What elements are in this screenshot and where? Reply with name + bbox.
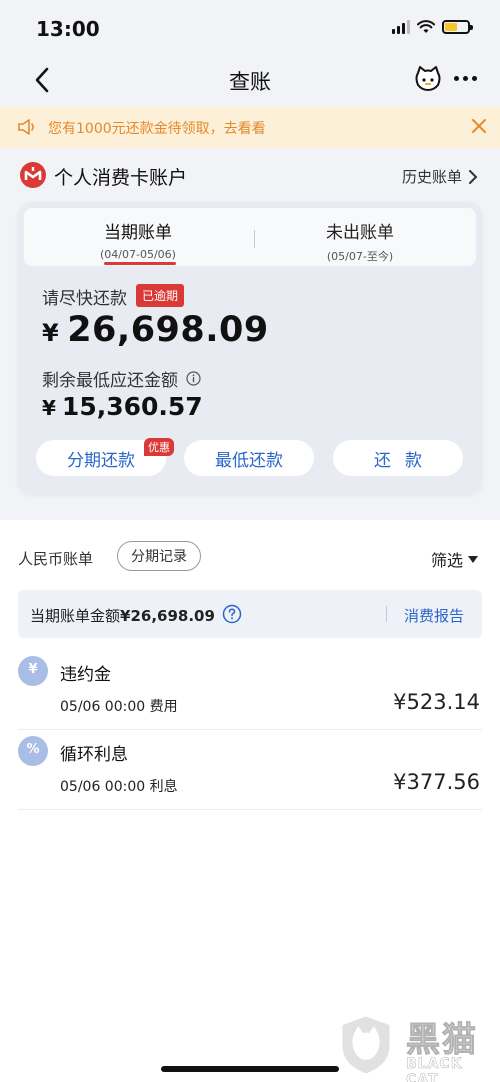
tab-unbilled[interactable]: 未出账单 (05/07-至今) xyxy=(260,218,460,264)
home-indicator[interactable] xyxy=(161,1066,339,1072)
spending-report-link[interactable]: 消费报告 xyxy=(404,605,464,626)
cat-shield-icon xyxy=(339,1013,393,1077)
summary-divider xyxy=(386,606,387,622)
history-bills-link[interactable]: 历史账单 xyxy=(402,166,478,187)
bill-amount-value: 26,698.09 xyxy=(67,310,269,350)
watermark-en: BLACK CAT xyxy=(406,1056,463,1082)
more-options-button[interactable] xyxy=(450,66,480,90)
notice-text: 您有1000元还款金待领取，去看看 xyxy=(48,121,266,137)
bill-card: 当期账单 (04/07-05/06) 未出账单 (05/07-至今) 请尽快还款… xyxy=(18,202,482,494)
info-icon[interactable] xyxy=(186,371,201,386)
tab-current-range: (04/07-05/06) xyxy=(100,248,176,261)
account-header: 个人消费卡账户 历史账单 xyxy=(0,158,500,194)
item-meta: 05/06 00:00 费用 xyxy=(60,699,178,715)
summary-amount: ¥26,698.09 xyxy=(120,607,215,625)
bill-amount-currency: ¥ xyxy=(42,319,60,347)
cellular-signal-icon xyxy=(392,20,410,34)
status-time: 13:00 xyxy=(36,17,100,41)
summary-label: 当期账单金额 xyxy=(30,607,121,625)
notice-banner[interactable]: 您有1000元还款金待领取，去看看 xyxy=(0,106,500,148)
battery-icon xyxy=(442,20,473,34)
tab-unbilled-range: (05/07-至今) xyxy=(326,250,394,263)
item-amount: ¥523.14 xyxy=(393,690,480,714)
filter-label: 筛选 xyxy=(430,551,463,570)
watermark: 黑猫 BLACK CAT xyxy=(336,1010,500,1082)
min-payment-label-text: 剩余最低应还金额 xyxy=(42,371,178,391)
rmb-bill-label: 人民币账单 xyxy=(18,550,94,568)
status-icons xyxy=(392,20,473,34)
list-item[interactable]: ¥ 违约金 05/06 00:00 费用 ¥523.14 xyxy=(18,650,482,730)
chevron-right-icon xyxy=(469,169,478,184)
bill-tab-bar: 当期账单 (04/07-05/06) 未出账单 (05/07-至今) xyxy=(24,208,476,266)
bill-amount: ¥26,698.09 xyxy=(42,310,269,350)
promo-badge: 优惠 xyxy=(144,438,174,456)
cat-assistant-button[interactable] xyxy=(414,64,442,94)
help-icon[interactable] xyxy=(222,604,242,624)
tab-current-label: 当期账单 xyxy=(104,223,172,243)
bill-filter-row: 人民币账单 分期记录 筛选 xyxy=(0,540,500,574)
min-payment-amount: ¥15,360.57 xyxy=(42,392,203,421)
repay-label: 请尽快还款 xyxy=(42,289,127,309)
bill-summary: 当期账单金额¥26,698.09 消费报告 xyxy=(18,590,482,638)
item-title: 违约金 xyxy=(60,665,111,685)
repay-button[interactable]: 还款 xyxy=(333,440,463,476)
installment-records-chip[interactable]: 分期记录 xyxy=(117,541,201,571)
filter-icon xyxy=(468,555,478,563)
nav-bar: 查账 xyxy=(0,58,500,104)
overdue-badge: 已逾期 xyxy=(136,284,185,307)
wifi-icon xyxy=(417,20,435,33)
min-amount-value: 15,360.57 xyxy=(61,392,203,421)
item-title: 循环利息 xyxy=(60,745,128,765)
bank-logo xyxy=(20,162,46,188)
yen-icon: ¥ xyxy=(18,656,48,686)
history-bills-label: 历史账单 xyxy=(401,168,462,186)
close-icon[interactable] xyxy=(470,117,488,135)
filter-button[interactable]: 筛选 xyxy=(431,547,478,571)
summary-text: 当期账单金额¥26,698.09 xyxy=(30,605,215,626)
speaker-icon xyxy=(18,119,34,135)
tab-divider xyxy=(254,230,255,248)
item-amount: ¥377.56 xyxy=(393,770,480,794)
cat-face-icon xyxy=(415,66,441,91)
item-meta: 05/06 00:00 利息 xyxy=(60,779,178,795)
account-title: 个人消费卡账户 xyxy=(54,167,188,189)
status-bar: 13:00 xyxy=(0,0,500,58)
tab-unbilled-label: 未出账单 xyxy=(326,223,394,243)
active-tab-indicator xyxy=(104,262,176,265)
minimum-repay-button[interactable]: 最低还款 xyxy=(184,440,314,476)
list-item[interactable]: % 循环利息 05/06 00:00 利息 ¥377.56 xyxy=(18,730,482,810)
min-payment-label: 剩余最低应还金额 xyxy=(42,366,201,391)
tab-current-bill[interactable]: 当期账单 (04/07-05/06) xyxy=(38,218,238,261)
percent-icon: % xyxy=(18,736,48,766)
watermark-cn: 黑猫 xyxy=(406,1020,478,1061)
min-amount-currency: ¥ xyxy=(42,396,56,420)
